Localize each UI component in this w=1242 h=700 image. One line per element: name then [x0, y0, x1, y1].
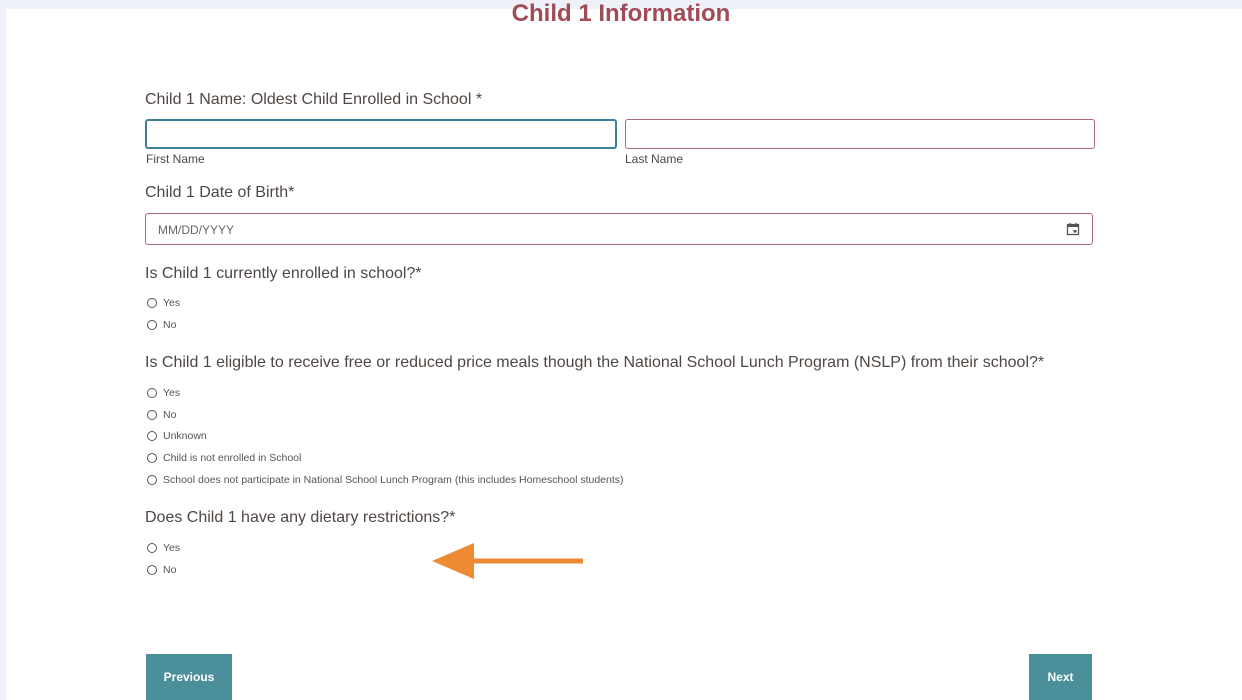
radio-circle[interactable]	[147, 431, 157, 441]
arrow-left-icon	[432, 543, 583, 579]
radio-circle[interactable]	[147, 543, 157, 553]
calendar-icon[interactable]	[1066, 222, 1080, 236]
last-name-input[interactable]	[625, 119, 1095, 149]
radio-circle[interactable]	[147, 298, 157, 308]
enrolled-option-yes[interactable]: Yes	[147, 297, 180, 309]
radio-circle[interactable]	[147, 410, 157, 420]
option-label: School does not participate in National …	[163, 474, 624, 486]
option-label: Yes	[163, 297, 181, 309]
previous-button[interactable]: Previous	[146, 654, 232, 700]
option-label: No	[163, 564, 177, 576]
nslp-question: Is Child 1 eligible to receive free or r…	[145, 354, 1045, 371]
radio-circle[interactable]	[147, 320, 157, 330]
last-name-sublabel: Last Name	[625, 152, 684, 166]
radio-circle[interactable]	[147, 453, 157, 463]
radio-circle[interactable]	[147, 565, 157, 575]
page-title: Child 1 Information	[511, 0, 731, 27]
option-label: Yes	[163, 387, 181, 399]
child-name-label: Child 1 Name: Oldest Child Enrolled in S…	[145, 91, 483, 108]
dietary-option-yes[interactable]: Yes	[147, 542, 180, 554]
option-label: Yes	[163, 542, 181, 554]
nslp-option-school-not-participating[interactable]: School does not participate in National …	[147, 474, 624, 486]
dob-placeholder: MM/DD/YYYY	[158, 223, 235, 237]
radio-circle[interactable]	[147, 388, 157, 398]
option-label: No	[163, 319, 177, 331]
option-label: Unknown	[163, 430, 207, 442]
first-name-sublabel: First Name	[146, 152, 205, 166]
first-name-input[interactable]	[145, 119, 617, 149]
enrolled-question: Is Child 1 currently enrolled in school?…	[145, 265, 422, 282]
nslp-option-unknown[interactable]: Unknown	[147, 430, 207, 442]
nslp-option-not-enrolled[interactable]: Child is not enrolled in School	[147, 452, 301, 464]
enrolled-option-no[interactable]: No	[147, 319, 176, 331]
option-label: No	[163, 409, 177, 421]
dietary-option-no[interactable]: No	[147, 564, 176, 576]
radio-circle[interactable]	[147, 475, 157, 485]
option-label: Child is not enrolled in School	[163, 452, 302, 464]
dob-input[interactable]: MM/DD/YYYY	[145, 213, 1093, 245]
next-button[interactable]: Next	[1029, 654, 1092, 700]
nslp-option-yes[interactable]: Yes	[147, 387, 180, 399]
dob-label: Child 1 Date of Birth*	[145, 184, 295, 201]
dietary-question: Does Child 1 have any dietary restrictio…	[145, 509, 456, 526]
nslp-option-no[interactable]: No	[147, 409, 176, 421]
